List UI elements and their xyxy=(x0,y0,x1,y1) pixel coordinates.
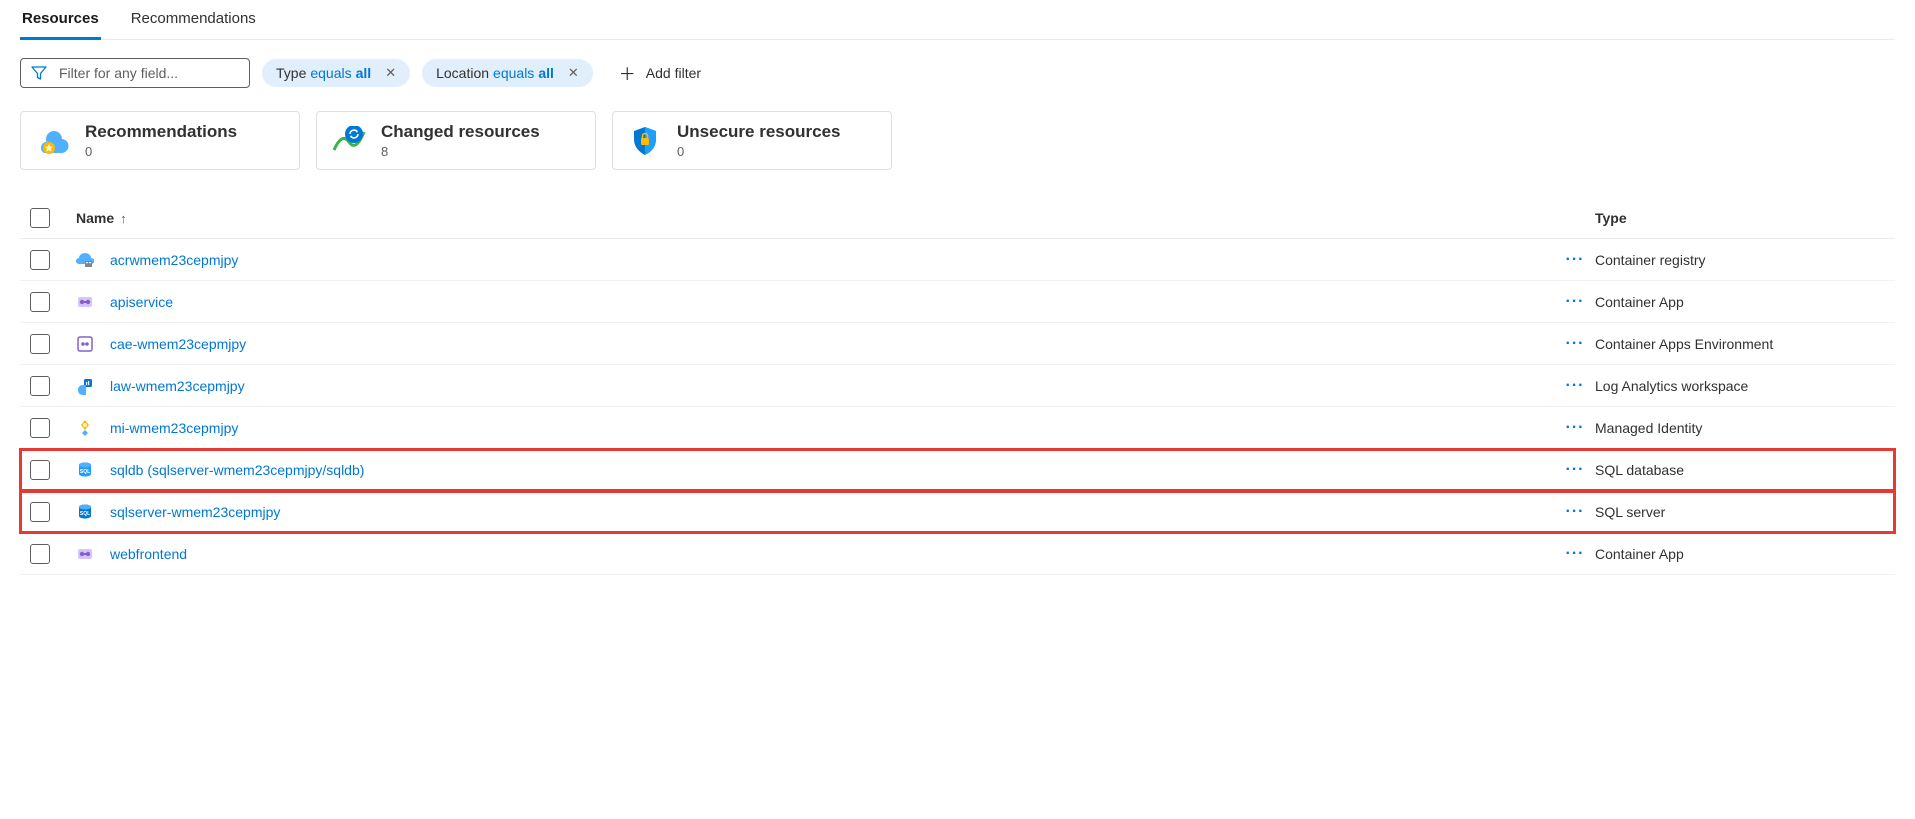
resource-table: Name ↑ Type acrwmem23cepmjpy ··· Container… xyxy=(20,198,1895,575)
changed-icon xyxy=(331,123,367,159)
table-row: law-wmem23cepmjpy ··· Log Analytics worksp… xyxy=(20,365,1895,407)
resource-link[interactable]: apiservice xyxy=(110,294,173,310)
close-icon[interactable]: ✕ xyxy=(568,65,579,81)
table-row: acrwmem23cepmjpy ··· Container registry xyxy=(20,239,1895,281)
pill-label: Location xyxy=(436,65,489,81)
tabs-bar: Resources Recommendations xyxy=(20,0,1895,40)
column-header-label: Name xyxy=(76,210,114,226)
tab-recommendations[interactable]: Recommendations xyxy=(129,0,258,39)
row-checkbox[interactable] xyxy=(30,418,50,438)
table-row: cae-wmem23cepmjpy ··· Container Apps Envir… xyxy=(20,323,1895,365)
tab-resources[interactable]: Resources xyxy=(20,0,101,39)
filter-bar: Type equals all ✕ Location equals all ✕ … xyxy=(20,54,1895,91)
row-actions-button[interactable]: ··· xyxy=(1566,293,1585,310)
row-actions-button[interactable]: ··· xyxy=(1566,503,1585,520)
card-count: 0 xyxy=(85,144,237,159)
column-header-type[interactable]: Type xyxy=(1595,210,1895,226)
filter-pill-type[interactable]: Type equals all ✕ xyxy=(262,59,410,87)
resource-link[interactable]: sqlserver-wmem23cepmjpy xyxy=(110,504,280,520)
row-checkbox[interactable] xyxy=(30,544,50,564)
row-checkbox[interactable] xyxy=(30,334,50,354)
resource-type-icon xyxy=(76,419,94,437)
close-icon[interactable]: ✕ xyxy=(385,65,396,81)
row-actions-button[interactable]: ··· xyxy=(1566,545,1585,562)
filter-input[interactable] xyxy=(57,64,239,82)
pill-value: all xyxy=(356,65,372,81)
table-body: acrwmem23cepmjpy ··· Container registry api… xyxy=(20,239,1895,575)
add-filter-button[interactable]: ＋ Add filter xyxy=(605,54,715,91)
sort-asc-icon: ↑ xyxy=(120,211,127,226)
pill-value: all xyxy=(538,65,554,81)
resource-type-icon xyxy=(76,461,94,479)
card-changed-resources[interactable]: Changed resources 8 xyxy=(316,111,596,170)
table-row: sqldb (sqlserver-wmem23cepmjpy/sqldb) ···… xyxy=(20,449,1895,491)
resource-link[interactable]: acrwmem23cepmjpy xyxy=(110,252,238,268)
row-checkbox[interactable] xyxy=(30,502,50,522)
resource-type-label: Log Analytics workspace xyxy=(1595,378,1895,394)
resource-type-icon xyxy=(76,503,94,521)
resource-type-label: Container App xyxy=(1595,294,1895,310)
resource-link[interactable]: mi-wmem23cepmjpy xyxy=(110,420,238,436)
resource-type-label: Container Apps Environment xyxy=(1595,336,1895,352)
recommendations-icon xyxy=(35,123,71,159)
card-title: Recommendations xyxy=(85,122,237,142)
row-checkbox[interactable] xyxy=(30,292,50,312)
row-checkbox[interactable] xyxy=(30,460,50,480)
resource-type-icon xyxy=(76,377,94,395)
resource-type-label: Container registry xyxy=(1595,252,1895,268)
pill-op: equals xyxy=(310,65,351,81)
resource-type-label: SQL database xyxy=(1595,462,1895,478)
filter-input-wrap[interactable] xyxy=(20,58,250,88)
card-count: 0 xyxy=(677,144,840,159)
card-recommendations[interactable]: Recommendations 0 xyxy=(20,111,300,170)
card-title: Changed resources xyxy=(381,122,540,142)
resource-type-icon xyxy=(76,293,94,311)
resource-link[interactable]: webfrontend xyxy=(110,546,187,562)
card-title: Unsecure resources xyxy=(677,122,840,142)
select-all-checkbox[interactable] xyxy=(30,208,50,228)
resource-type-icon xyxy=(76,335,94,353)
pill-op: equals xyxy=(493,65,534,81)
summary-cards: Recommendations 0 Changed resources 8 Un… xyxy=(20,111,1895,170)
row-actions-button[interactable]: ··· xyxy=(1566,335,1585,352)
table-row: sqlserver-wmem23cepmjpy ··· SQL server xyxy=(20,491,1895,533)
resource-link[interactable]: sqldb (sqlserver-wmem23cepmjpy/sqldb) xyxy=(110,462,364,478)
filter-icon xyxy=(31,65,47,81)
table-row: mi-wmem23cepmjpy ··· Managed Identity xyxy=(20,407,1895,449)
row-actions-button[interactable]: ··· xyxy=(1566,419,1585,436)
filter-pill-location[interactable]: Location equals all ✕ xyxy=(422,59,593,87)
resource-type-label: Managed Identity xyxy=(1595,420,1895,436)
resource-link[interactable]: cae-wmem23cepmjpy xyxy=(110,336,246,352)
resource-type-label: Container App xyxy=(1595,546,1895,562)
resource-type-icon xyxy=(76,251,94,269)
row-actions-button[interactable]: ··· xyxy=(1566,377,1585,394)
shield-icon xyxy=(627,123,663,159)
add-filter-label: Add filter xyxy=(646,65,701,81)
row-actions-button[interactable]: ··· xyxy=(1566,461,1585,478)
resource-type-label: SQL server xyxy=(1595,504,1895,520)
row-checkbox[interactable] xyxy=(30,250,50,270)
table-header: Name ↑ Type xyxy=(20,198,1895,239)
resource-link[interactable]: law-wmem23cepmjpy xyxy=(110,378,245,394)
column-header-name[interactable]: Name ↑ xyxy=(76,210,1555,226)
resource-type-icon xyxy=(76,545,94,563)
plus-icon: ＋ xyxy=(619,60,636,85)
card-count: 8 xyxy=(381,144,540,159)
pill-label: Type xyxy=(276,65,306,81)
row-actions-button[interactable]: ··· xyxy=(1566,251,1585,268)
row-checkbox[interactable] xyxy=(30,376,50,396)
table-row: apiservice ··· Container App xyxy=(20,281,1895,323)
table-row: webfrontend ··· Container App xyxy=(20,533,1895,575)
card-unsecure-resources[interactable]: Unsecure resources 0 xyxy=(612,111,892,170)
